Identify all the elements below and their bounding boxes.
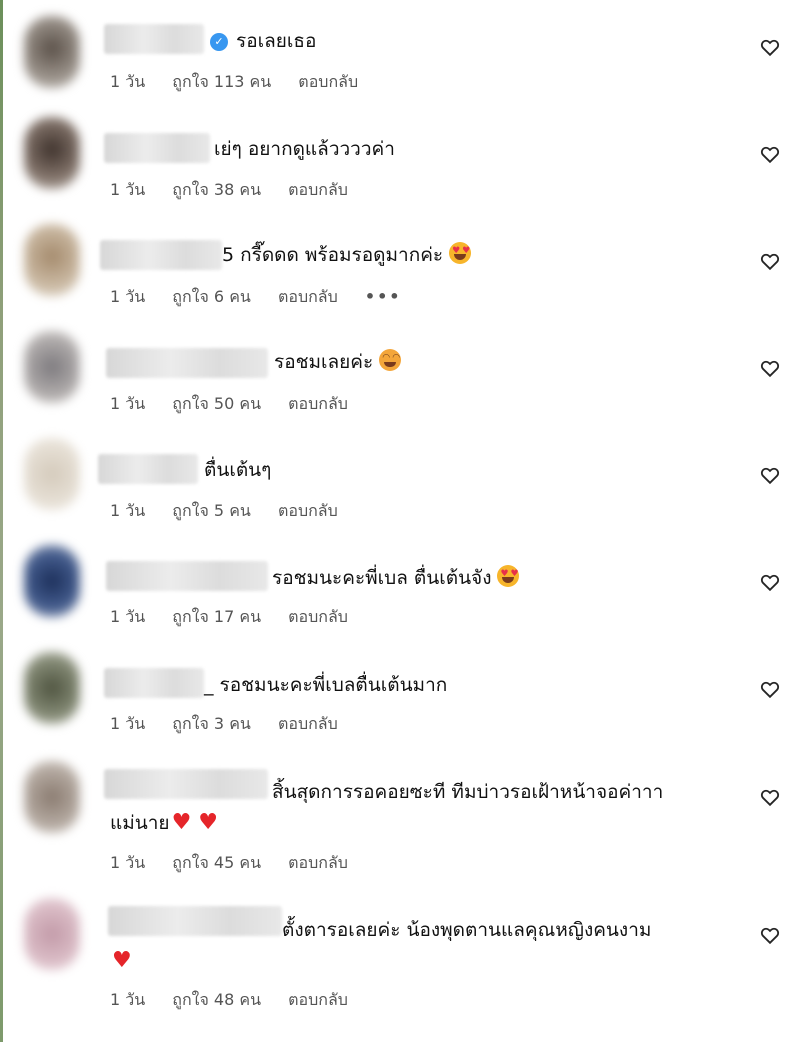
heart-outline-icon[interactable] bbox=[759, 250, 781, 272]
comment-time[interactable]: 1 วัน bbox=[110, 70, 145, 95]
like-count[interactable]: ถูกใจ 38 คน bbox=[172, 178, 261, 203]
username-blurred[interactable] bbox=[100, 240, 222, 270]
username-blurred[interactable] bbox=[106, 348, 268, 378]
like-count[interactable]: ถูกใจ 50 คน bbox=[172, 392, 261, 417]
comment-text: 5 กรี๊ดดด พร้อมรอดูมากค่ะ ♥ ♥ bbox=[222, 242, 472, 266]
comment-text: เย่ๆ อยากดูแล้ววววค่า bbox=[214, 138, 395, 160]
comment-time[interactable]: 1 วัน bbox=[110, 988, 145, 1013]
like-count[interactable]: ถูกใจ 5 คน bbox=[172, 499, 251, 524]
comment-meta: 1 วัน ถูกใจ 45 คน ตอบกลับ bbox=[110, 851, 370, 876]
comment-meta: 1 วัน ถูกใจ 6 คน ตอบกลับ ••• bbox=[110, 285, 424, 310]
avatar[interactable] bbox=[24, 331, 80, 403]
reply-button[interactable]: ตอบกลับ bbox=[288, 605, 348, 630]
comment-meta: 1 วัน ถูกใจ 17 คน ตอบกลับ bbox=[110, 605, 370, 630]
username-blurred[interactable] bbox=[104, 133, 210, 163]
verified-badge-icon: ✓ bbox=[210, 33, 228, 51]
reply-button[interactable]: ตอบกลับ bbox=[298, 70, 358, 95]
comment-meta: 1 วัน ถูกใจ 5 คน ตอบกลับ bbox=[110, 499, 360, 524]
comment-text: ตื่นเต้นๆ bbox=[204, 459, 272, 481]
comment-time[interactable]: 1 วัน bbox=[110, 285, 145, 310]
comment-time[interactable]: 1 วัน bbox=[110, 499, 145, 524]
comment-meta: 1 วัน ถูกใจ 3 คน ตอบกลับ bbox=[110, 712, 360, 737]
reply-button[interactable]: ตอบกลับ bbox=[288, 178, 348, 203]
heart-outline-icon[interactable] bbox=[759, 924, 781, 946]
comment-text: ตั้งตารอเลยค่ะ น้องพุดตานแลคุณหญิงคนงาม bbox=[282, 919, 652, 941]
comment-time[interactable]: 1 วัน bbox=[110, 605, 145, 630]
reply-button[interactable]: ตอบกลับ bbox=[288, 988, 348, 1013]
heart-outline-icon[interactable] bbox=[759, 357, 781, 379]
red-heart-emoji: ♥ bbox=[112, 948, 132, 973]
username-blurred[interactable] bbox=[104, 769, 268, 799]
comment-meta: 1 วัน ถูกใจ 48 คน ตอบกลับ bbox=[110, 988, 370, 1013]
comment-time[interactable]: 1 วัน bbox=[110, 851, 145, 876]
username-blurred[interactable] bbox=[98, 454, 198, 484]
reply-button[interactable]: ตอบกลับ bbox=[288, 851, 348, 876]
avatar[interactable] bbox=[24, 545, 80, 617]
avatar[interactable] bbox=[24, 898, 80, 970]
comment-text-line2: แม่นาย♥ ♥ bbox=[110, 810, 219, 835]
reply-button[interactable]: ตอบกลับ bbox=[288, 392, 348, 417]
heart-outline-icon[interactable] bbox=[759, 143, 781, 165]
comment-text-line2: ♥ bbox=[110, 948, 132, 974]
avatar[interactable] bbox=[24, 438, 80, 510]
smiling-face-emoji: ◠ ◠ bbox=[379, 349, 402, 371]
comment-time[interactable]: 1 วัน bbox=[110, 178, 145, 203]
username-blurred[interactable] bbox=[106, 561, 268, 591]
comment-text: รอชมนะคะพี่เบล ตื่นเต้นจัง ♥ ♥ bbox=[272, 565, 520, 589]
more-options-icon[interactable]: ••• bbox=[365, 287, 402, 306]
heart-outline-icon[interactable] bbox=[759, 786, 781, 808]
comment-meta: 1 วัน ถูกใจ 38 คน ตอบกลับ bbox=[110, 178, 370, 203]
comment-time[interactable]: 1 วัน bbox=[110, 712, 145, 737]
heart-eyes-emoji: ♥ ♥ bbox=[449, 242, 472, 264]
heart-eyes-emoji: ♥ ♥ bbox=[497, 565, 520, 587]
like-count[interactable]: ถูกใจ 45 คน bbox=[172, 851, 261, 876]
comment-text: ✓ รอเลยเธอ bbox=[210, 28, 316, 54]
avatar[interactable] bbox=[24, 224, 80, 296]
heart-outline-icon[interactable] bbox=[759, 571, 781, 593]
avatar[interactable] bbox=[24, 652, 80, 724]
comment-text: รอชมเลยค่ะ ◠ ◠ bbox=[274, 349, 402, 373]
comment-time[interactable]: 1 วัน bbox=[110, 392, 145, 417]
reply-button[interactable]: ตอบกลับ bbox=[278, 499, 338, 524]
comment-meta: 1 วัน ถูกใจ 50 คน ตอบกลับ bbox=[110, 392, 370, 417]
reply-button[interactable]: ตอบกลับ bbox=[278, 285, 338, 310]
heart-outline-icon[interactable] bbox=[759, 678, 781, 700]
comment-text: สิ้นสุดการรอคอยซะที ทีมบ่าวรอเฝ้าหน้าจอค… bbox=[272, 781, 664, 803]
red-heart-emoji: ♥ ♥ bbox=[171, 810, 219, 835]
comment-meta: 1 วัน ถูกใจ 113 คน ตอบกลับ bbox=[110, 70, 380, 95]
reply-button[interactable]: ตอบกลับ bbox=[278, 712, 338, 737]
comment-text: _ รอชมนะคะพี่เบลตื่นเต้นมาก bbox=[204, 674, 448, 696]
like-count[interactable]: ถูกใจ 113 คน bbox=[172, 70, 271, 95]
username-blurred[interactable] bbox=[108, 906, 282, 936]
window-edge bbox=[0, 0, 3, 1042]
like-count[interactable]: ถูกใจ 17 คน bbox=[172, 605, 261, 630]
like-count[interactable]: ถูกใจ 3 คน bbox=[172, 712, 251, 737]
username-blurred[interactable] bbox=[104, 24, 204, 54]
avatar[interactable] bbox=[24, 117, 80, 189]
like-count[interactable]: ถูกใจ 48 คน bbox=[172, 988, 261, 1013]
avatar[interactable] bbox=[24, 761, 80, 833]
heart-outline-icon[interactable] bbox=[759, 464, 781, 486]
avatar[interactable] bbox=[24, 16, 80, 88]
like-count[interactable]: ถูกใจ 6 คน bbox=[172, 285, 251, 310]
username-blurred[interactable] bbox=[104, 668, 204, 698]
heart-outline-icon[interactable] bbox=[759, 36, 781, 58]
